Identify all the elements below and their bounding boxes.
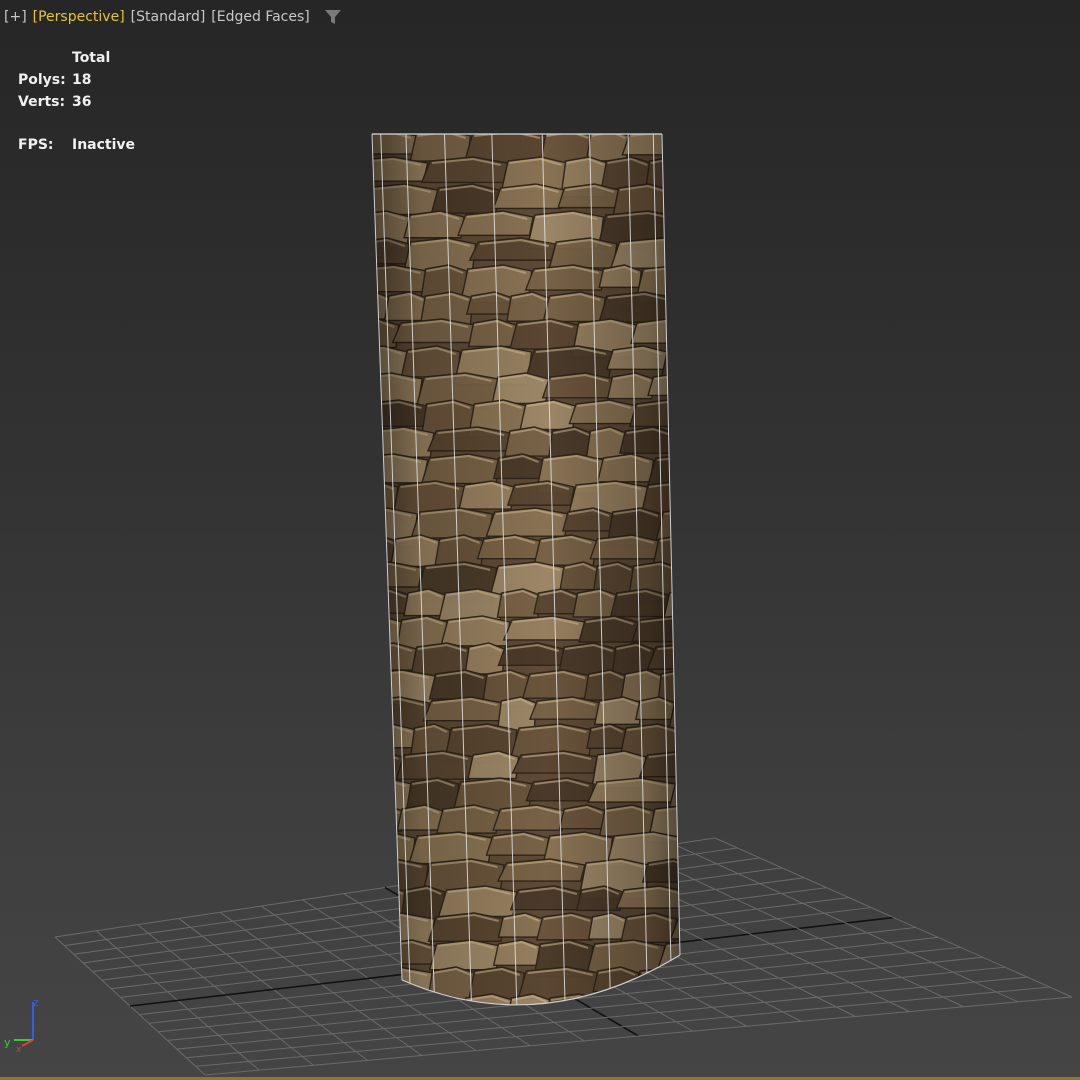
bark-plate [667, 696, 680, 731]
x-axis-label: x [16, 1045, 22, 1055]
fps-label: FPS: [18, 137, 54, 153]
viewport-general-menu[interactable]: [+] [4, 9, 27, 25]
bark-highlight [676, 427, 680, 436]
grid-line [673, 843, 1019, 1003]
bark-plate [685, 157, 741, 180]
bark-highlight [664, 508, 680, 517]
verts-label: Verts: [18, 94, 66, 110]
viewport-point-of-view-menu[interactable]: [Perspective] [33, 9, 125, 25]
bark-highlight [670, 589, 680, 598]
bark-plate [692, 238, 759, 268]
bark-plate [664, 183, 680, 213]
bark-highlight [372, 886, 404, 895]
bark-plate [676, 723, 680, 765]
y-axis-label: y [4, 1036, 11, 1049]
bark-highlight [684, 213, 740, 219]
bark-plate [372, 993, 407, 1005]
grid-line [632, 849, 964, 1008]
viewport-scene[interactable]: z y x [0, 0, 1080, 1080]
bark-highlight [703, 375, 754, 381]
bark-plate [700, 481, 742, 506]
bark-highlight [707, 996, 756, 1002]
bark-highlight [700, 240, 754, 246]
bark-plate [674, 561, 680, 597]
bark-highlight [705, 483, 739, 489]
cylinder-mesh[interactable] [341, 120, 772, 1060]
bark-highlight [640, 1023, 682, 1029]
fps-value: Inactive [72, 137, 136, 153]
bark-plate [680, 1021, 743, 1047]
bark-highlight [346, 1023, 378, 1029]
bark-plate [668, 777, 680, 808]
bark-highlight [695, 132, 745, 138]
viewport-label-menu: [+] [Perspective] [Standard] [Edged Face… [4, 7, 342, 27]
bark-plate [686, 400, 749, 428]
axis-tripod-icon: z y x [4, 996, 39, 1055]
polys-value: 18 [72, 72, 92, 88]
funnel-icon[interactable] [324, 9, 342, 25]
bark-plate [690, 670, 740, 696]
bark-highlight [692, 159, 736, 165]
bark-highlight [675, 184, 680, 193]
bark-highlight [696, 672, 736, 678]
bark-plate [696, 373, 760, 396]
viewport-shading-menu[interactable]: [Standard] [131, 9, 206, 25]
cylinder-shading [372, 134, 680, 1005]
bark-highlight [668, 346, 680, 355]
bark-highlight [372, 805, 400, 814]
bark-highlight [681, 564, 717, 570]
bark-highlight [706, 969, 766, 975]
bark-plate [668, 426, 680, 454]
bark-plate [684, 319, 755, 350]
bark-plate [688, 130, 750, 155]
bark-highlight [686, 726, 747, 732]
bark-plate [700, 994, 761, 1033]
bark-highlight [676, 697, 680, 706]
bark-highlight [704, 618, 739, 624]
perspective-viewport[interactable]: z y x [+] [Perspective] [Standard] [Edge… [0, 0, 1080, 1080]
bark-plate [488, 1021, 541, 1060]
bark-highlight [675, 292, 680, 301]
bark-highlight [694, 402, 745, 408]
bark-plate [677, 831, 680, 867]
bark-highlight [693, 321, 750, 327]
bark-plate [660, 345, 680, 381]
grid-line [195, 986, 1050, 1067]
stats-total-header: Total [72, 50, 111, 66]
viewport-edged-faces-menu[interactable]: [Edged Faces] [211, 9, 309, 25]
verts-value: 36 [72, 94, 92, 110]
bark-plate [699, 616, 742, 646]
polys-label: Polys: [18, 72, 66, 88]
bark-highlight [372, 751, 399, 760]
bark-plate [375, 1021, 422, 1045]
bark-highlight [676, 778, 680, 787]
bark-plate [674, 210, 680, 244]
bark-plate [668, 291, 680, 332]
z-axis-label: z [33, 996, 39, 1009]
